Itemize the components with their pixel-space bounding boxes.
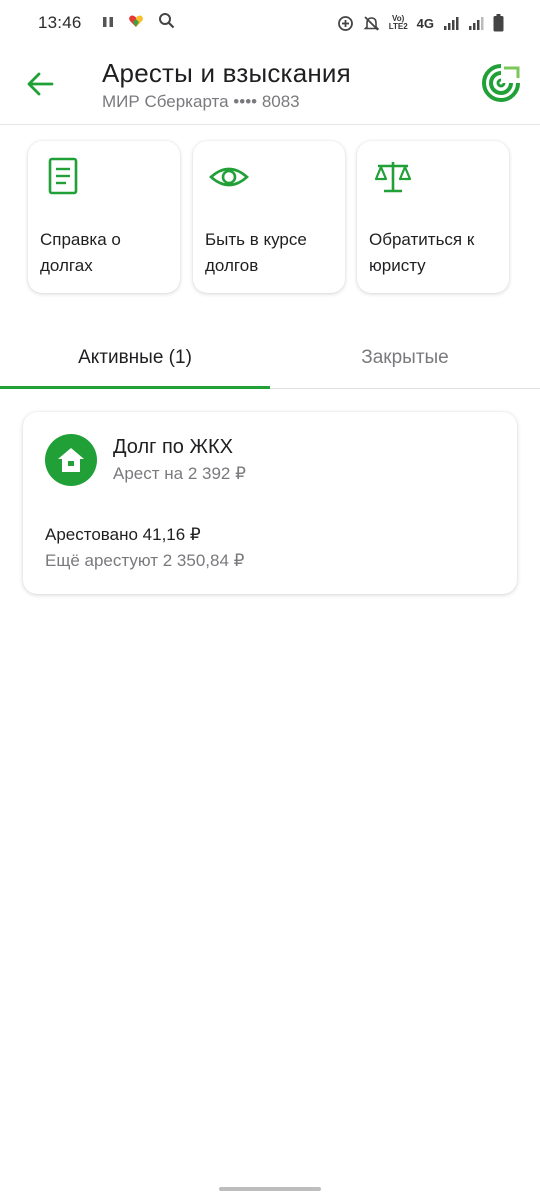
page-title: Аресты и взыскания [102, 58, 351, 88]
tab-active[interactable]: Активные (1) [0, 326, 270, 389]
signal-icon-2 [468, 15, 484, 31]
volte-label-bottom: LTE2 [388, 22, 408, 31]
debt-card[interactable]: Долг по ЖКХ Арест на 2 392 ₽ Арестовано … [23, 412, 517, 594]
tabs: Активные (1) Закрытые [0, 326, 540, 389]
tab-indicator [0, 386, 270, 389]
debt-title: Долг по ЖКХ [113, 436, 233, 458]
action-label: Справка о долгах [40, 230, 121, 275]
status-left: 13:46 [38, 12, 175, 34]
scales-icon [373, 157, 413, 197]
app-header: Аресты и взыскания МИР Сберкарта •••• 80… [0, 46, 540, 125]
arrow-left-icon [27, 72, 54, 96]
card-subtitle: МИР Сберкарта •••• 8083 [102, 92, 300, 111]
debt-watch-card[interactable]: Быть в курсе долгов [193, 141, 345, 293]
status-right: Vo) LTE2 4G [337, 14, 504, 32]
lawyer-card[interactable]: Обратиться к юристу [357, 141, 509, 293]
action-label: Обратиться к юристу [369, 230, 475, 275]
nav-gesture-handle[interactable] [219, 1187, 321, 1191]
arrested-amount: Арестовано 41,16 ₽ [45, 525, 201, 544]
tab-closed[interactable]: Закрытые [270, 326, 540, 389]
house-icon [45, 434, 97, 486]
signal-icon-1 [443, 15, 459, 31]
action-label: Быть в курсе долгов [205, 230, 307, 275]
debt-arrest-amount: Арест на 2 392 ₽ [113, 464, 246, 483]
data-saver-icon [337, 15, 354, 32]
remaining-amount: Ещё арестуют 2 350,84 ₽ [45, 551, 245, 570]
document-icon [44, 157, 84, 197]
volte-icon: Vo) LTE2 [389, 15, 408, 31]
app-heart-icon [128, 13, 144, 34]
debt-report-card[interactable]: Справка о долгах [28, 141, 180, 293]
pause-icon [102, 13, 114, 33]
network-type: 4G [416, 15, 434, 31]
back-button[interactable] [22, 64, 58, 104]
eye-icon [209, 157, 249, 197]
mute-icon [363, 15, 380, 32]
battery-icon [493, 14, 504, 32]
sber-logo-icon[interactable] [482, 64, 520, 102]
search-icon [158, 12, 175, 34]
status-time: 13:46 [38, 13, 82, 32]
action-cards: Справка о долгах Быть в курсе долгов Обр… [28, 141, 512, 293]
status-bar: 13:46 Vo) LTE2 4G [0, 0, 540, 46]
